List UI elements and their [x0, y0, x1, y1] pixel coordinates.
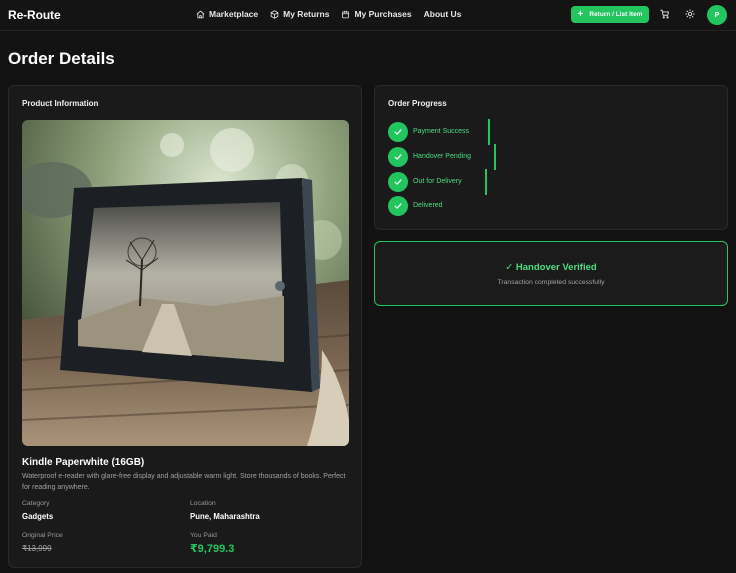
location-label: Location [190, 500, 216, 507]
nav-link-about-us[interactable]: About Us [424, 9, 462, 19]
product-description: Waterproof e-reader with glare-free disp… [22, 473, 346, 491]
step-label: Out for Delivery [413, 178, 462, 185]
product-name: Kindle Paperwhite (16GB) [22, 457, 145, 468]
user-avatar[interactable]: P [707, 5, 727, 25]
step-connector [488, 119, 490, 145]
page-title: Order Details [8, 49, 115, 68]
return-list-item-label: Return / List Item [589, 11, 643, 18]
check-icon [394, 154, 402, 160]
step-complete-circle [388, 147, 408, 167]
nav-link-my-purchases[interactable]: My Purchases [341, 9, 412, 19]
brand-logo[interactable]: Re-Route [8, 8, 61, 22]
order-progress-card: Order Progress Payment Success Handover … [374, 85, 728, 230]
package-icon [270, 9, 279, 19]
handover-verified-subtitle: Transaction completed successfully [497, 279, 605, 286]
nav-links: Marketplace My Returns My Purchases Abou… [196, 9, 461, 19]
nav-link-marketplace[interactable]: Marketplace [196, 9, 258, 19]
step-complete-circle [388, 122, 408, 142]
nav-link-label: My Purchases [354, 9, 412, 19]
check-icon [394, 203, 402, 209]
sun-icon [685, 9, 695, 19]
step-label: Handover Pending [413, 153, 471, 160]
nav-link-label: My Returns [283, 9, 330, 19]
cart-button[interactable] [660, 9, 670, 19]
nav-link-label: About Us [423, 9, 462, 19]
you-paid-label: You Paid [190, 532, 217, 539]
product-card-heading: Product Information [22, 99, 99, 108]
nav-link-label: Marketplace [209, 9, 259, 19]
step-connector [485, 169, 487, 195]
original-price-label: Original Price [22, 532, 63, 539]
step-label: Delivered [413, 202, 443, 209]
cart-icon [660, 9, 669, 19]
step-complete-circle [388, 196, 408, 216]
calendar-icon [342, 10, 350, 18]
handover-verified-title: ✓ Handover Verified [505, 262, 597, 273]
category-value: Gadgets [22, 512, 54, 521]
progress-step-payment-success: Payment Success [388, 119, 588, 145]
progress-step-delivered: Delivered [388, 196, 588, 216]
category-label: Category [22, 500, 50, 507]
handover-verified-card: ✓ Handover Verified Transaction complete… [374, 241, 728, 306]
check-icon [394, 129, 402, 135]
step-complete-circle [388, 172, 408, 192]
you-paid-value: ₹9,799.3 [190, 543, 235, 555]
order-progress-heading: Order Progress [388, 99, 447, 108]
nav-link-my-returns[interactable]: My Returns [270, 9, 329, 19]
check-icon [394, 179, 402, 185]
plus-icon: + [577, 8, 584, 20]
location-value: Pune, Maharashtra [190, 512, 260, 521]
progress-step-handover-pending: Handover Pending [388, 144, 588, 170]
original-price-value: ₹13,999 [22, 544, 52, 553]
top-navbar: Re-Route Marketplace My Returns My Purch… [0, 0, 736, 31]
return-list-item-button[interactable]: + Return / List Item [571, 6, 649, 23]
step-connector [494, 144, 496, 170]
theme-toggle-button[interactable] [685, 9, 695, 19]
product-image [22, 120, 349, 446]
progress-step-out-for-delivery: Out for Delivery [388, 169, 588, 195]
step-label: Payment Success [413, 128, 470, 135]
product-information-card: Product Information Kindle Paperwhite (1… [8, 85, 362, 568]
home-icon [196, 10, 205, 18]
